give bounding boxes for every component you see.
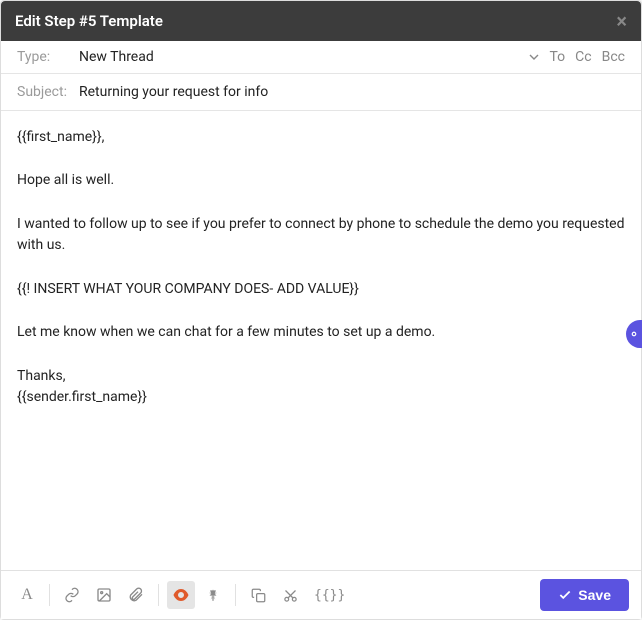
- cut-icon[interactable]: [276, 581, 304, 609]
- attachment-icon[interactable]: [122, 581, 150, 609]
- close-icon[interactable]: ×: [616, 11, 627, 31]
- body-line: Let me know when we can chat for a few m…: [17, 322, 625, 344]
- text-format-button[interactable]: A: [13, 581, 41, 609]
- subject-label: Subject:: [17, 84, 79, 100]
- recipient-buttons: To Cc Bcc: [549, 49, 625, 65]
- type-select[interactable]: New Thread: [79, 49, 529, 65]
- type-row: Type: New Thread To Cc Bcc: [1, 41, 641, 74]
- chevron-down-icon[interactable]: [529, 54, 539, 60]
- body-line: {{sender.first_name}}: [17, 387, 625, 409]
- modal-header: Edit Step #5 Template ×: [1, 1, 641, 41]
- body-line: {{first_name}},: [17, 127, 625, 149]
- body-line: Hope all is well.: [17, 170, 625, 192]
- checkmark-icon: [558, 588, 572, 602]
- cc-button[interactable]: Cc: [575, 49, 591, 65]
- copy-icon[interactable]: [244, 581, 272, 609]
- type-label: Type:: [17, 49, 79, 65]
- toolbar-divider: [49, 584, 50, 606]
- body-line: Thanks,: [17, 366, 625, 388]
- subject-input[interactable]: Returning your request for info: [79, 84, 625, 100]
- body-line: I wanted to follow up to see if you pref…: [17, 214, 625, 257]
- toolbar-divider: [158, 584, 159, 606]
- bcc-button[interactable]: Bcc: [602, 49, 625, 65]
- image-icon[interactable]: [90, 581, 118, 609]
- edit-template-modal: Edit Step #5 Template × Type: New Thread…: [0, 0, 642, 620]
- body-line: {{! INSERT WHAT YOUR COMPANY DOES- ADD V…: [17, 279, 625, 301]
- email-body-editor[interactable]: {{first_name}}, Hope all is well. I want…: [1, 111, 641, 570]
- preview-icon[interactable]: [167, 581, 195, 609]
- variables-button[interactable]: {{}}: [308, 588, 351, 603]
- toolbar-divider: [235, 584, 236, 606]
- to-button[interactable]: To: [549, 49, 565, 65]
- pin-icon[interactable]: [199, 581, 227, 609]
- editor-toolbar: A: [1, 570, 641, 619]
- save-button[interactable]: Save: [540, 579, 629, 611]
- eye-icon: [627, 327, 641, 341]
- link-icon[interactable]: [58, 581, 86, 609]
- modal-title: Edit Step #5 Template: [15, 12, 163, 30]
- subject-row: Subject: Returning your request for info: [1, 74, 641, 111]
